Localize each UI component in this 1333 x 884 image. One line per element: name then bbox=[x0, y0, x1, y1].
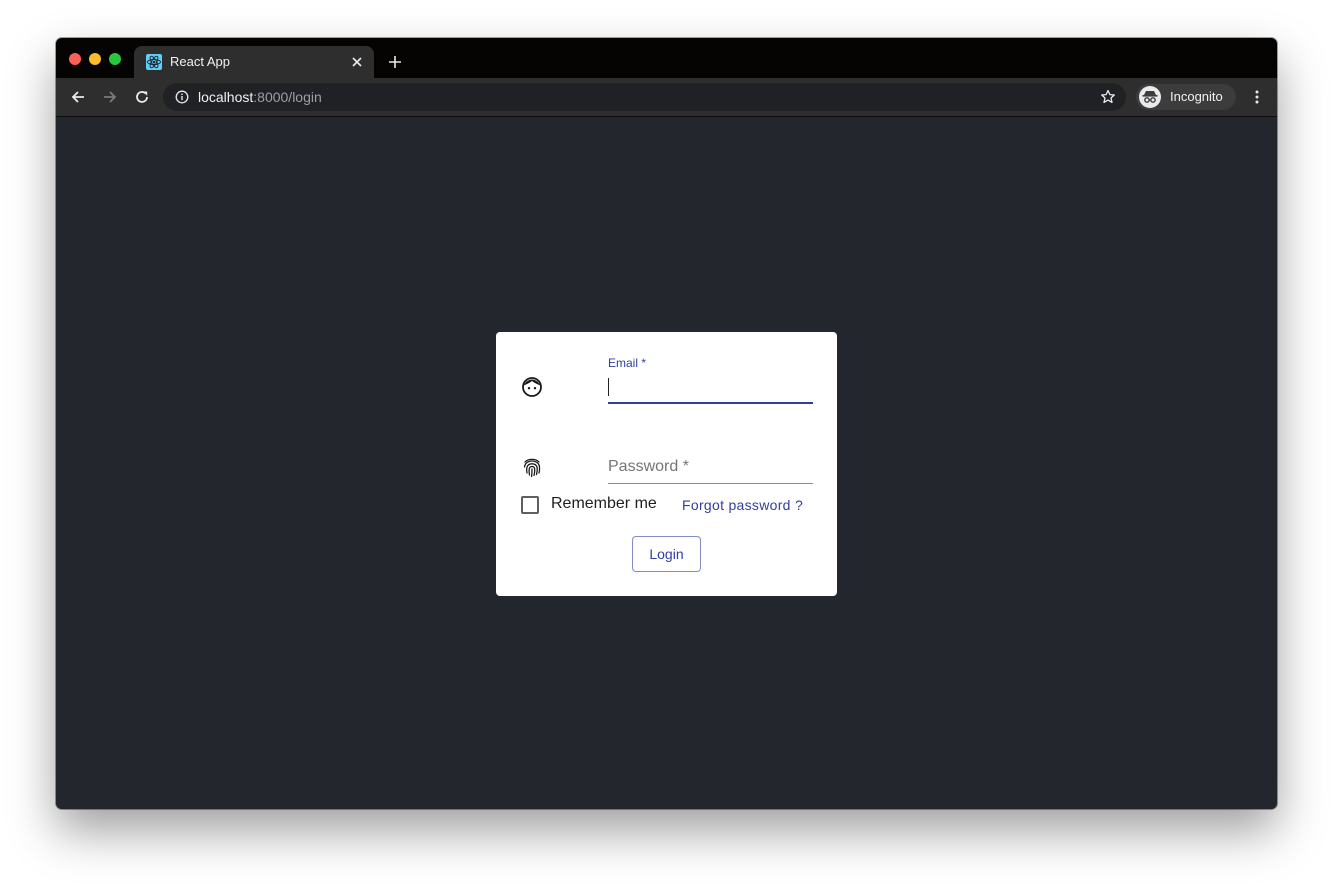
fingerprint-icon bbox=[521, 456, 543, 478]
new-tab-icon[interactable] bbox=[388, 55, 402, 69]
maximize-window-button[interactable] bbox=[109, 53, 121, 65]
close-tab-icon[interactable] bbox=[350, 55, 364, 69]
page-viewport: Email * Password * Remember me Forgot pa… bbox=[56, 117, 1277, 809]
email-field: Email * bbox=[608, 354, 813, 404]
reload-icon[interactable] bbox=[134, 89, 150, 105]
incognito-label: Incognito bbox=[1170, 89, 1223, 104]
login-card: Email * Password * Remember me Forgot pa… bbox=[496, 332, 837, 596]
email-underline bbox=[608, 402, 813, 404]
remember-me-label: Remember me bbox=[551, 495, 657, 512]
email-label: Email * bbox=[608, 356, 647, 370]
address-bar[interactable]: localhost:8000/login bbox=[163, 83, 1126, 111]
incognito-icon bbox=[1139, 86, 1161, 108]
url-host: localhost bbox=[198, 89, 254, 105]
forward-icon[interactable] bbox=[102, 89, 118, 105]
browser-window: React App localhost:8000/login Incognito… bbox=[56, 38, 1277, 809]
tab-title: React App bbox=[170, 54, 230, 69]
password-input[interactable] bbox=[608, 452, 813, 482]
info-icon[interactable] bbox=[175, 90, 189, 104]
browser-toolbar: localhost:8000/login Incognito bbox=[56, 78, 1277, 117]
browser-menu-icon[interactable] bbox=[1249, 89, 1265, 105]
bookmark-star-icon[interactable] bbox=[1100, 89, 1116, 105]
login-button[interactable]: Login bbox=[632, 536, 701, 572]
remember-me-checkbox[interactable] bbox=[521, 496, 539, 514]
browser-tab[interactable]: React App bbox=[134, 46, 374, 78]
password-field: Password * bbox=[608, 452, 813, 485]
text-cursor bbox=[608, 378, 609, 396]
face-icon bbox=[521, 376, 543, 398]
react-icon bbox=[146, 54, 162, 70]
incognito-profile-button[interactable]: Incognito bbox=[1136, 84, 1236, 110]
close-window-button[interactable] bbox=[69, 53, 81, 65]
tab-strip: React App bbox=[56, 38, 1277, 78]
minimize-window-button[interactable] bbox=[89, 53, 101, 65]
email-input[interactable] bbox=[608, 376, 813, 400]
url-path: :8000/login bbox=[253, 89, 322, 105]
forgot-password-link[interactable]: Forgot password ? bbox=[682, 497, 803, 513]
back-icon[interactable] bbox=[70, 89, 86, 105]
url-text: localhost:8000/login bbox=[198, 89, 322, 105]
password-underline bbox=[608, 483, 813, 484]
